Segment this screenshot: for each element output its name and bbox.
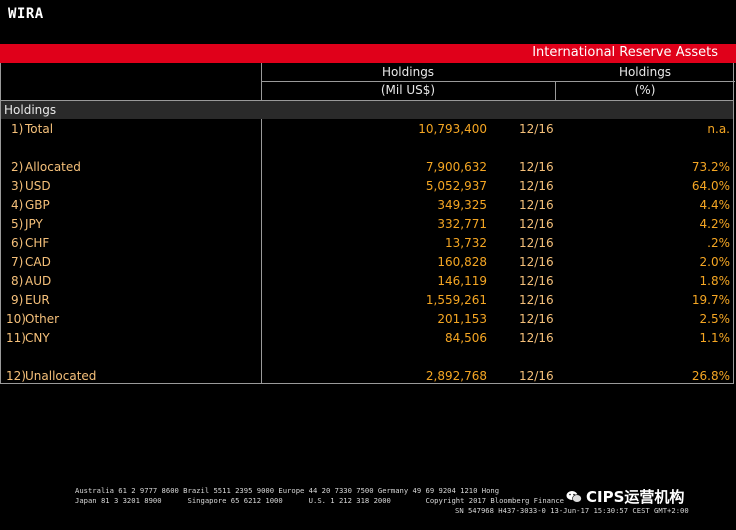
row-date: 12/16 [519,312,554,326]
row-label: CNY [25,331,50,345]
row-percent: 19.7% [691,293,730,307]
row-value: 5,052,937 [425,179,487,193]
row-label: Unallocated [25,369,97,383]
row-label: JPY [25,217,43,231]
pct-unit: (%) [634,83,656,97]
row-percent: 4.2% [699,217,731,231]
row-value: 10,793,400 [418,122,487,136]
row-percent: 1.8% [699,274,731,288]
row-index: 10) [6,312,26,326]
row-value: 13,732 [445,236,487,250]
row-percent: 2.0% [699,255,731,269]
table-row[interactable]: 7) CAD 160,828 12/16 2.0% [1,255,735,274]
holdings-header: Holdings [381,65,435,79]
table-row[interactable]: 4) GBP 349,325 12/16 4.4% [1,198,735,217]
divider [261,81,735,82]
table-row[interactable]: 3) USD 5,052,937 12/16 64.0% [1,179,735,198]
data-table: 1) Total 10,793,400 12/16 n.a. 2) Alloca… [0,119,734,384]
row-value: 201,153 [437,312,487,326]
row-value: 349,325 [437,198,487,212]
row-percent: .2% [707,236,730,250]
row-index: 6) [11,236,24,250]
row-percent: 26.8% [691,369,730,383]
watermark-text: CIPS运营机构 [586,488,685,506]
row-value: 160,828 [437,255,487,269]
row-value: 2,892,768 [425,369,487,383]
row-percent: 4.4% [699,198,731,212]
title-text: International Reserve Assets [532,45,718,60]
row-date: 12/16 [519,236,554,250]
row-label: CHF [25,236,50,250]
row-date: 12/16 [519,274,554,288]
table-row[interactable]: 6) CHF 13,732 12/16 .2% [1,236,735,255]
row-percent: 2.5% [699,312,731,326]
row-percent: 73.2% [691,160,730,174]
row-date: 12/16 [519,122,554,136]
row-value: 146,119 [437,274,487,288]
row-date: 12/16 [519,160,554,174]
row-date: 12/16 [519,198,554,212]
row-percent: n.a. [707,122,730,136]
row-index: 3) [11,179,24,193]
table-row[interactable]: 2) Allocated 7,900,632 12/16 73.2% [1,160,735,179]
row-date: 12/16 [519,255,554,269]
row-date: 12/16 [519,293,554,307]
wechat-icon [566,491,582,503]
row-label: EUR [25,293,50,307]
table-row[interactable]: 9) EUR 1,559,261 12/16 19.7% [1,293,735,312]
row-date: 12/16 [519,179,554,193]
footer-line: SN 547968 H437-3033-0 13-Jun-17 15:30:57… [455,506,689,515]
section-label: Holdings [4,103,57,117]
row-label: AUD [25,274,52,288]
watermark: CIPS运营机构 [566,486,684,507]
column-header: Holdings Holdings (Mil US$) (%) [0,63,735,101]
table-row[interactable]: 12) Unallocated 2,892,768 12/16 26.8% [1,369,735,388]
row-value: 84,506 [445,331,487,345]
row-index: 4) [11,198,24,212]
row-label: CAD [25,255,51,269]
holdings-unit: (Mil US$) [380,83,436,97]
row-percent: 1.1% [699,331,731,345]
pct-header: Holdings [618,65,672,79]
row-index: 11) [6,331,26,345]
row-index: 2) [11,160,24,174]
row-label: GBP [25,198,50,212]
row-value: 332,771 [437,217,487,231]
table-row[interactable]: 11) CNY 84,506 12/16 1.1% [1,331,735,350]
table-row[interactable]: 8) AUD 146,119 12/16 1.8% [1,274,735,293]
row-date: 12/16 [519,217,554,231]
row-index: 8) [11,274,24,288]
row-label: Total [25,122,54,136]
command-label: WIRA [8,6,44,22]
row-value: 7,900,632 [425,160,487,174]
row-label: USD [25,179,51,193]
row-index: 7) [11,255,24,269]
row-value: 1,559,261 [425,293,487,307]
section-header: Holdings [0,101,734,119]
row-percent: 64.0% [691,179,730,193]
row-label: Other [25,312,60,326]
row-date: 12/16 [519,369,554,383]
row-index: 9) [11,293,24,307]
row-label: Allocated [25,160,81,174]
table-row[interactable]: 5) JPY 332,771 12/16 4.2% [1,217,735,236]
table-row[interactable]: 1) Total 10,793,400 12/16 n.a. [1,122,735,141]
title-bar: International Reserve Assets [0,44,736,63]
row-index: 5) [11,217,24,231]
row-date: 12/16 [519,331,554,345]
row-index: 12) [6,369,26,383]
row-index: 1) [11,122,24,136]
table-row[interactable]: 10) Other 201,153 12/16 2.5% [1,312,735,331]
